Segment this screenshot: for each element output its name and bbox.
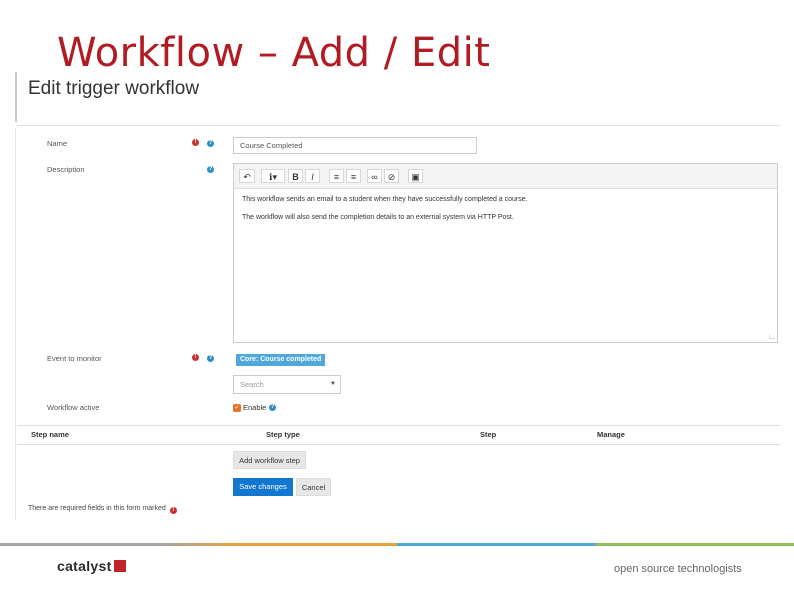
logo-mark-icon [113, 560, 126, 572]
undo-icon[interactable]: ↶ [239, 169, 255, 183]
info-icon[interactable]: ℹ▾ [261, 169, 285, 183]
steps-table-header: Step name Step type Step Manage [17, 425, 780, 445]
logo-text: catalyst [57, 558, 112, 574]
help-icon[interactable]: ? [207, 355, 214, 362]
description-label: Description [47, 165, 85, 174]
numbered-list-icon[interactable]: ≡ [346, 169, 361, 183]
image-icon[interactable]: ▣ [408, 169, 423, 183]
enable-checkbox[interactable]: ✓ [233, 404, 241, 412]
bold-icon[interactable]: B [288, 169, 303, 183]
resize-handle-icon[interactable]: ∟ [768, 332, 776, 341]
italic-icon[interactable]: I [305, 169, 320, 183]
footer-tagline: open source technologists [614, 563, 742, 575]
help-icon[interactable]: ? [207, 140, 214, 147]
column-header: Step [480, 430, 497, 439]
add-workflow-step-button[interactable]: Add workflow step [233, 451, 306, 469]
slide-title: Workflow – Add / Edit [57, 30, 491, 76]
column-header: Step type [266, 430, 300, 439]
cancel-button[interactable]: Cancel [296, 478, 331, 496]
description-line: The workflow will also send the completi… [242, 214, 514, 221]
save-button[interactable]: Save changes [233, 478, 293, 496]
footer-color-bar [0, 543, 794, 546]
help-icon[interactable]: ? [269, 404, 276, 411]
enable-label: Enable [243, 403, 267, 412]
description-editor[interactable]: ↶ ℹ▾ B I ≡ ≡ ∞ ⊘ ▣ This workflow sends a… [233, 163, 778, 343]
catalyst-logo: catalyst [57, 558, 126, 574]
event-label: Event to monitor [47, 354, 102, 363]
required-icon: ! [169, 507, 177, 514]
column-header: Manage [597, 430, 625, 439]
help-icon[interactable]: ? [207, 166, 214, 173]
name-label: Name [47, 139, 68, 148]
bullet-list-icon[interactable]: ≡ [329, 169, 344, 183]
name-input[interactable]: Course Completed [233, 137, 477, 154]
required-icon: ! [192, 354, 199, 361]
unlink-icon[interactable]: ⊘ [384, 169, 399, 183]
editor-toolbar: ↶ ℹ▾ B I ≡ ≡ ∞ ⊘ ▣ [234, 164, 777, 189]
left-rule [15, 72, 17, 122]
left-rule-lower [15, 128, 16, 520]
page-heading: Edit trigger workflow [28, 78, 200, 99]
active-label: Workflow active [47, 403, 100, 412]
chevron-down-icon: ▼ [330, 381, 336, 387]
column-header: Step name [31, 430, 69, 439]
event-search-select[interactable]: Search ▼ [233, 375, 341, 394]
footnote-text: There are required fields in this form m… [28, 505, 166, 512]
link-icon[interactable]: ∞ [367, 169, 382, 183]
required-icon: ! [192, 139, 199, 146]
heading-divider [17, 125, 780, 126]
search-placeholder: Search [240, 380, 264, 389]
event-badge[interactable]: Core: Course completed [236, 354, 326, 366]
required-footnote: There are required fields in this form m… [28, 505, 177, 514]
description-line: This workflow sends an email to a studen… [242, 196, 528, 203]
